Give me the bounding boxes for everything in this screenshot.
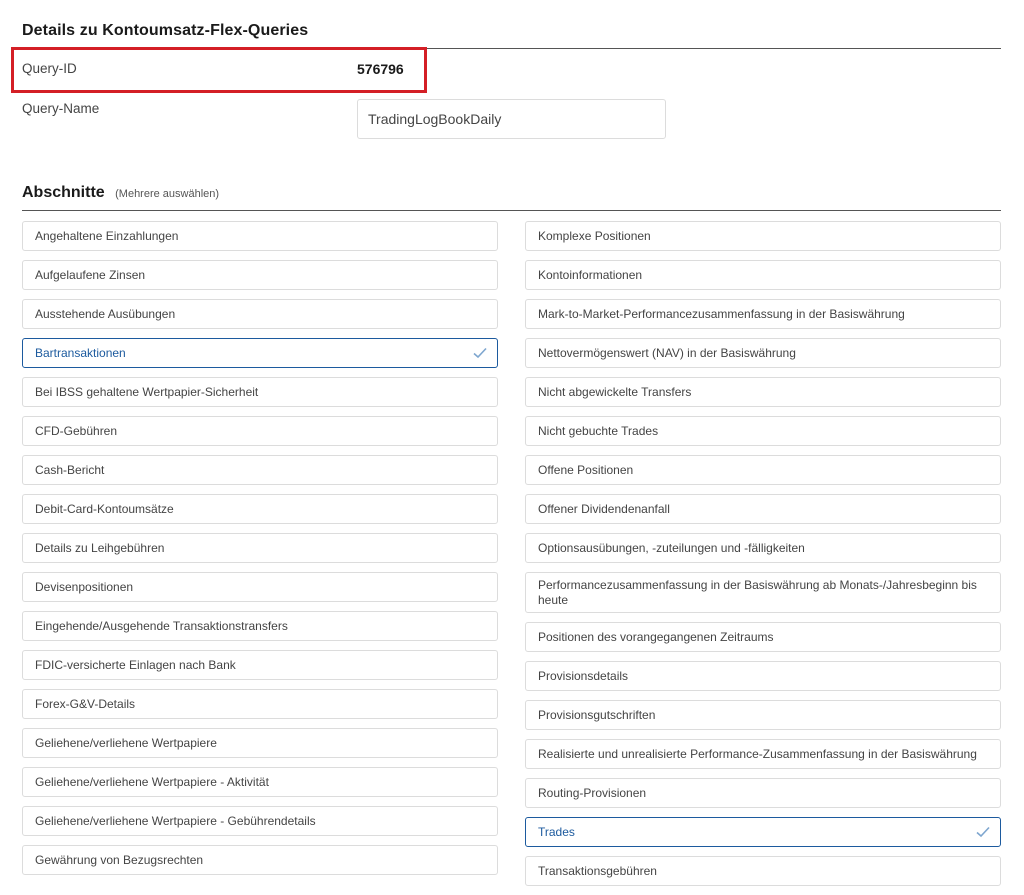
- section-option[interactable]: Details zu Leihgebühren: [22, 533, 498, 563]
- section-option-label: Realisierte und unrealisierte Performanc…: [538, 746, 977, 761]
- section-option[interactable]: Performancezusammenfassung in der Basisw…: [525, 572, 1001, 613]
- section-option[interactable]: Debit-Card-Kontoumsätze: [22, 494, 498, 524]
- section-option-label: Transaktionsgebühren: [538, 863, 657, 878]
- section-option[interactable]: Cash-Bericht: [22, 455, 498, 485]
- page-title: Details zu Kontoumsatz-Flex-Queries: [22, 22, 309, 39]
- section-option[interactable]: Bartransaktionen: [22, 338, 498, 368]
- section-option[interactable]: Geliehene/verliehene Wertpapiere: [22, 728, 498, 758]
- section-option-label: FDIC-versicherte Einlagen nach Bank: [35, 657, 236, 672]
- section-option[interactable]: Transaktionsgebühren: [525, 856, 1001, 886]
- sections-title: Abschnitte: [22, 184, 105, 201]
- section-option-label: Angehaltene Einzahlungen: [35, 228, 179, 243]
- section-option[interactable]: CFD-Gebühren: [22, 416, 498, 446]
- section-option[interactable]: Gewährung von Bezugsrechten: [22, 845, 498, 875]
- sections-divider: [22, 210, 1001, 211]
- section-option[interactable]: Positionen des vorangegangenen Zeitraums: [525, 622, 1001, 652]
- section-option-label: Gewährung von Bezugsrechten: [35, 852, 204, 867]
- section-option[interactable]: Kontoinformationen: [525, 260, 1001, 290]
- section-option-label: Aufgelaufene Zinsen: [35, 267, 146, 282]
- section-option-label: Geliehene/verliehene Wertpapiere - Aktiv…: [35, 774, 269, 789]
- section-option-label: Debit-Card-Kontoumsätze: [35, 501, 174, 516]
- sections-heading: Abschnitte (Mehrere auswählen): [22, 184, 219, 202]
- section-option[interactable]: FDIC-versicherte Einlagen nach Bank: [22, 650, 498, 680]
- checkmark-icon: [473, 347, 487, 359]
- section-option-label: Positionen des vorangegangenen Zeitraums: [538, 629, 774, 644]
- section-option[interactable]: Realisierte und unrealisierte Performanc…: [525, 739, 1001, 769]
- section-option-label: Nicht gebuchte Trades: [538, 423, 659, 438]
- section-option[interactable]: Eingehende/Ausgehende Transaktionstransf…: [22, 611, 498, 641]
- section-option-label: Geliehene/verliehene Wertpapiere - Gebüh…: [35, 813, 316, 828]
- section-option-label: Bei IBSS gehaltene Wertpapier-Sicherheit: [35, 384, 259, 399]
- section-option[interactable]: Provisionsdetails: [525, 661, 1001, 691]
- section-option[interactable]: Mark-to-Market-Performancezusammenfassun…: [525, 299, 1001, 329]
- section-option-label: Provisionsgutschriften: [538, 707, 656, 722]
- section-option[interactable]: Trades: [525, 817, 1001, 847]
- section-option-label: Routing-Provisionen: [538, 785, 647, 800]
- section-option[interactable]: Offener Dividendenanfall: [525, 494, 1001, 524]
- section-option-label: Performancezusammenfassung in der Basisw…: [538, 577, 977, 607]
- section-option-label: Bartransaktionen: [35, 345, 126, 360]
- section-option-label: Forex-G&V-Details: [35, 696, 136, 711]
- section-option[interactable]: Routing-Provisionen: [525, 778, 1001, 808]
- section-option-label: Komplexe Positionen: [538, 228, 651, 243]
- section-option-label: Ausstehende Ausübungen: [35, 306, 176, 321]
- section-option-label: Mark-to-Market-Performancezusammenfassun…: [538, 306, 905, 321]
- section-option[interactable]: Optionsausübungen, -zuteilungen und -fäl…: [525, 533, 1001, 563]
- section-option[interactable]: Provisionsgutschriften: [525, 700, 1001, 730]
- section-option-label: CFD-Gebühren: [35, 423, 118, 438]
- section-option[interactable]: Nettovermögenswert (NAV) in der Basiswäh…: [525, 338, 1001, 368]
- sections-list-right: Komplexe Positionen Kontoinformationen Mar…: [525, 221, 1001, 895]
- checkmark-icon: [976, 826, 990, 838]
- query-name-label: Query-Name: [22, 101, 100, 116]
- section-option-label: Devisenpositionen: [35, 579, 134, 594]
- section-option[interactable]: Nicht gebuchte Trades: [525, 416, 1001, 446]
- query-id-value: 576796: [357, 61, 404, 77]
- section-option-label: Optionsausübungen, -zuteilungen und -fäl…: [538, 540, 805, 555]
- section-option-label: Eingehende/Ausgehende Transaktionstransf…: [35, 618, 288, 633]
- section-option[interactable]: Komplexe Positionen: [525, 221, 1001, 251]
- section-option-label: Offene Positionen: [538, 462, 634, 477]
- section-option-label: Details zu Leihgebühren: [35, 540, 165, 555]
- section-option[interactable]: Ausstehende Ausübungen: [22, 299, 498, 329]
- section-option-label: Offener Dividendenanfall: [538, 501, 670, 516]
- section-option[interactable]: Devisenpositionen: [22, 572, 498, 602]
- section-option[interactable]: Aufgelaufene Zinsen: [22, 260, 498, 290]
- section-option-label: Nicht abgewickelte Transfers: [538, 384, 692, 399]
- section-option-label: Geliehene/verliehene Wertpapiere: [35, 735, 217, 750]
- section-option[interactable]: Nicht abgewickelte Transfers: [525, 377, 1001, 407]
- section-option[interactable]: Offene Positionen: [525, 455, 1001, 485]
- query-id-label: Query-ID: [22, 61, 77, 76]
- section-option[interactable]: Geliehene/verliehene Wertpapiere - Gebüh…: [22, 806, 498, 836]
- section-option-label: Cash-Bericht: [35, 462, 105, 477]
- sections-hint: (Mehrere auswählen): [115, 188, 220, 200]
- section-option-label: Kontoinformationen: [538, 267, 643, 282]
- section-option[interactable]: Angehaltene Einzahlungen: [22, 221, 498, 251]
- section-option-label: Provisionsdetails: [538, 668, 629, 683]
- section-option-label: Nettovermögenswert (NAV) in der Basiswäh…: [538, 345, 796, 360]
- section-option[interactable]: Bei IBSS gehaltene Wertpapier-Sicherheit: [22, 377, 498, 407]
- query-name-input[interactable]: [357, 99, 666, 139]
- sections-list-left: Angehaltene Einzahlungen Aufgelaufene Zin…: [22, 221, 498, 884]
- section-option[interactable]: Forex-G&V-Details: [22, 689, 498, 719]
- section-option-label: Trades: [538, 824, 575, 839]
- section-option[interactable]: Geliehene/verliehene Wertpapiere - Aktiv…: [22, 767, 498, 797]
